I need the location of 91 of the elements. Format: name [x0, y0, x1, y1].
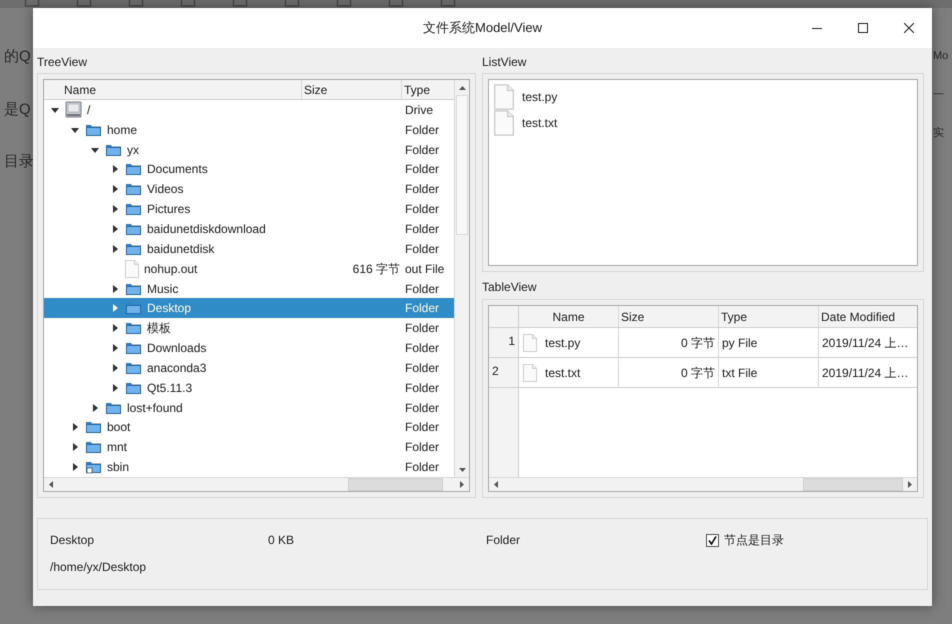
tree-row[interactable]: 模板 Folder — [44, 318, 454, 338]
table-cell-text: 2019/11/24 上… — [821, 364, 910, 382]
column-header[interactable]: Date Modified — [819, 306, 917, 327]
tree-row[interactable]: Pictures Folder — [44, 199, 454, 220]
tree-item-type: Folder — [405, 380, 440, 395]
column-header[interactable]: Type — [719, 306, 819, 327]
column-header[interactable]: Name — [44, 80, 302, 99]
tree-item-type: Folder — [405, 142, 440, 157]
tree-item-name: Videos — [147, 181, 184, 198]
tree-row[interactable]: home Folder — [44, 120, 454, 140]
row-header[interactable]: 1 — [489, 328, 518, 358]
tree-item-name: Desktop — [147, 300, 192, 318]
tree-item-name: / — [87, 102, 90, 119]
tree-item-type: Folder — [405, 282, 440, 296]
tree-row[interactable]: Music Folder — [44, 278, 454, 298]
tree-item-name: yx — [127, 142, 139, 159]
table-cell: test.py — [519, 328, 619, 357]
tree-item-name: Music — [147, 280, 178, 298]
tree-row[interactable]: baidunetdisk Folder — [44, 238, 454, 259]
tree-item-type: Folder — [405, 400, 440, 415]
tree-row[interactable]: sbin Folder — [44, 457, 454, 477]
tree-item-name: 模板 — [147, 320, 171, 338]
column-header[interactable]: Size — [302, 80, 402, 99]
tree-item-size: 616 字节 — [352, 260, 400, 278]
column-header[interactable]: Size — [619, 306, 719, 327]
tree-item-name: sbin — [107, 459, 130, 476]
tree-item-type: Folder — [405, 341, 440, 356]
list-item[interactable]: test.txt — [494, 110, 917, 136]
list-view-label: ListView — [482, 54, 528, 71]
tree-row[interactable]: nohup.out 616 字节 out File — [44, 258, 454, 279]
table-cell: txt File — [719, 358, 819, 387]
tree-row[interactable]: Downloads Folder — [44, 338, 454, 358]
tree-item-type: out File — [405, 262, 444, 276]
tree-item-type: Folder — [405, 440, 440, 454]
tree-item-type: Drive — [405, 102, 434, 117]
table-view-label: TableView — [482, 279, 538, 296]
tree-row[interactable]: Desktop Folder — [44, 298, 454, 318]
background-text: 是Q — [3, 100, 32, 120]
tree-item-type: Folder — [405, 242, 440, 256]
column-header[interactable]: Type — [402, 80, 454, 99]
tree-item-name: lost+found — [127, 400, 183, 417]
tree-item-type: Folder — [405, 222, 440, 236]
tree-item-name: anaconda3 — [147, 360, 206, 377]
window-title: 文件系统Model/View — [423, 19, 542, 38]
tree-item-type: Folder — [405, 162, 440, 176]
tree-row[interactable]: Qt5.11.3 Folder — [44, 378, 454, 398]
tree-row[interactable]: / Drive — [44, 100, 454, 120]
tree-item-name: Qt5.11.3 — [147, 380, 192, 397]
tree-row[interactable]: boot Folder — [44, 418, 454, 438]
tree-item-name: nohup.out — [144, 260, 198, 278]
table-cell: test.txt — [519, 358, 619, 387]
tree-row[interactable]: yx Folder — [44, 140, 454, 160]
background-text: 实 — [932, 126, 945, 141]
table-cell: 0 字节 — [619, 358, 719, 387]
tree-item-name: mnt — [107, 439, 128, 456]
tree-item-type: Folder — [405, 182, 440, 196]
tree-view-label: TreeView — [37, 54, 88, 71]
tree-item-name: baidunetdisk — [147, 240, 214, 258]
background-text: Mo — [932, 49, 950, 64]
info-name: Desktop — [50, 532, 96, 549]
tree-item-name: Documents — [147, 161, 208, 178]
tree-item-type: Folder — [405, 122, 440, 137]
tree-row[interactable]: Videos Folder — [44, 179, 454, 200]
table-cell: 0 字节 — [619, 328, 719, 357]
tree-item-type: Folder — [405, 460, 440, 474]
tree-item-name: boot — [107, 419, 130, 436]
tree-row[interactable]: anaconda3 Folder — [44, 358, 454, 378]
tree-item-type: Folder — [405, 321, 440, 336]
tree-row[interactable]: lost+found Folder — [44, 398, 454, 418]
background-text: 的Q — [3, 47, 32, 67]
table-cell: py File — [719, 328, 819, 357]
tree-row[interactable]: baidunetdiskdownload Folder — [44, 219, 454, 239]
info-size: 0 KB — [268, 532, 296, 549]
tree-item-name: Pictures — [147, 201, 190, 218]
column-header[interactable]: Name — [519, 306, 619, 327]
row-header[interactable]: 2 — [489, 358, 518, 388]
tree-item-type: Folder — [405, 420, 440, 434]
tree-item-name: Downloads — [147, 340, 206, 358]
list-item[interactable]: test.py — [494, 84, 917, 110]
tree-item-name: home — [107, 122, 138, 139]
is-directory-checkbox[interactable]: 节点是目录 — [706, 531, 784, 549]
info-type: Folder — [486, 532, 522, 549]
info-path: /home/yx/Desktop — [50, 559, 148, 576]
table-cell-text: 2019/11/24 上… — [821, 334, 910, 352]
tree-item-type: Folder — [405, 301, 440, 316]
background-text: 一 — [932, 88, 945, 102]
tree-row[interactable]: mnt Folder — [44, 437, 454, 458]
tree-item-name: baidunetdiskdownload — [147, 220, 266, 238]
tree-row[interactable]: Documents Folder — [44, 160, 454, 180]
tree-item-type: Folder — [405, 360, 440, 375]
tree-item-type: Folder — [405, 202, 440, 216]
